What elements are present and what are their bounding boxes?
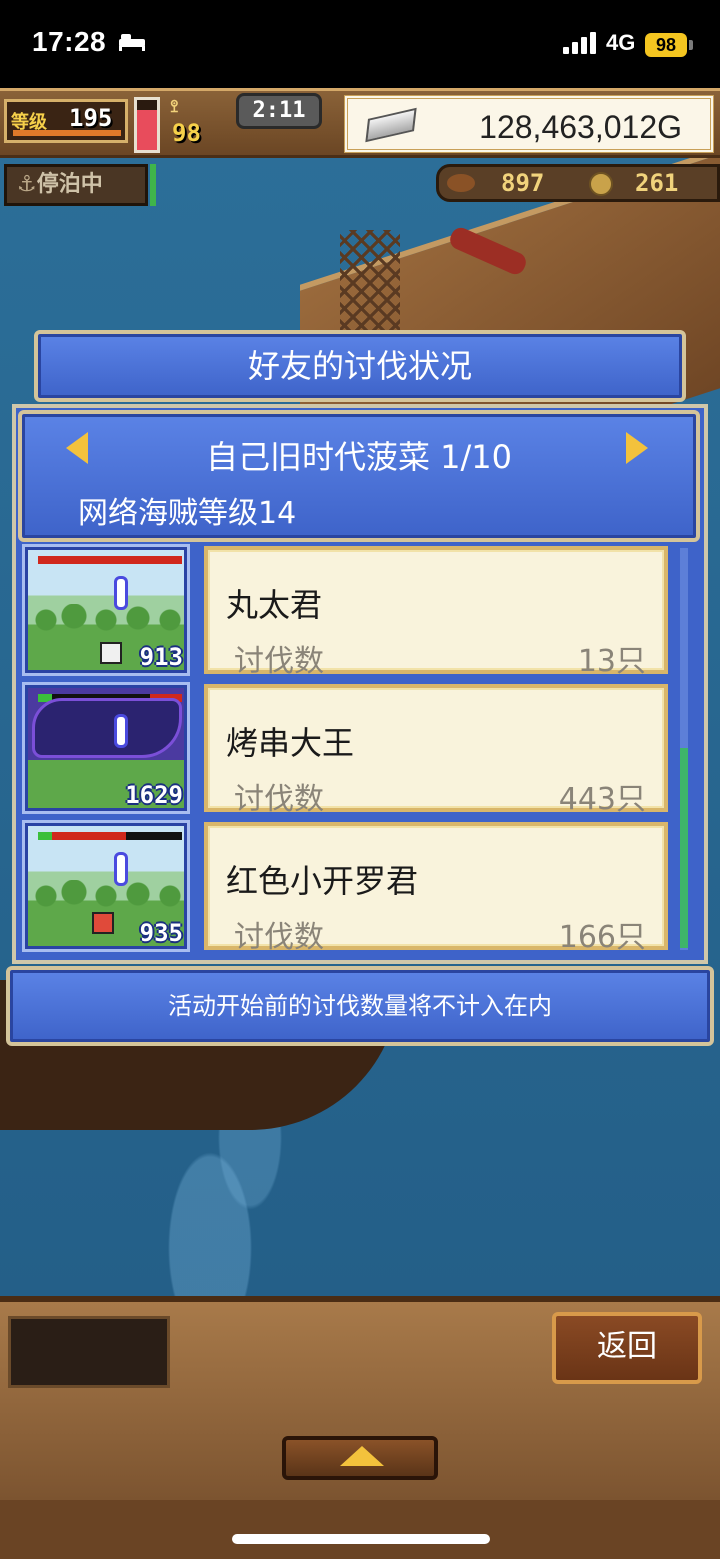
experience-bar [13,130,121,136]
monster-thumbnail: 1629 [22,682,190,814]
stamina-gauge [134,97,160,153]
resource-food-value: 897 [501,169,545,197]
silver-bar-icon [365,107,417,143]
hunt-count-label: 讨伐数 [234,782,324,817]
forest [34,604,184,634]
friend-name: 自己旧时代菠菜 1/10 [205,438,513,476]
monster-name: 红色小开罗君 [226,862,419,900]
gold-value: 128,463,012G [479,109,682,145]
gold-display[interactable]: 128,463,012G [344,95,714,153]
list-item[interactable]: 935 红色小开罗君 讨伐数 166只 [20,820,670,955]
docked-status-edge [150,164,156,206]
crew-value: 98 [172,119,201,147]
home-indicator[interactable] [232,1534,490,1544]
bottom-edge [0,1500,720,1559]
timer: 2:11 [236,93,322,129]
status-time: 17:28 [32,26,107,57]
hunt-card: 烤串大王 讨伐数 443只 [204,684,668,817]
docked-status[interactable]: ⚓停泊中 [4,164,148,206]
dialog-title-bar: 好友的讨伐状况 [34,330,686,402]
hp-fill [52,832,126,840]
pirate-level: 网络海贼等级14 [78,496,297,531]
monster-sprite [92,912,114,934]
monster-sprite [100,642,122,664]
status-bar: 17:28 4G 98 [0,0,720,88]
monster-name: 烤串大王 [226,724,355,762]
hunt-card: 丸太君 讨伐数 13只 [204,546,668,679]
monster-score: 913 [139,643,183,671]
hp-remaining [38,832,52,840]
rigging-net [340,230,400,340]
hunt-count-value: 166只 [558,920,646,955]
scroll-thumb[interactable] [680,748,688,948]
hunt-count-label: 讨伐数 [234,644,324,679]
anchor-icon: ⚓ [17,172,37,197]
hunt-count-value: 443只 [558,782,646,817]
crew-indicator: ꖶ 98 [166,95,232,153]
footer-note: 活动开始前的讨伐数量将不计入在内 [168,992,552,1020]
stamina-fill [137,110,157,150]
food-icon [447,174,475,192]
docked-label: 停泊中 [36,172,103,197]
sword-icon [114,714,128,748]
list-item[interactable]: 913 丸太君 讨伐数 13只 [20,544,670,679]
footer-note-panel: 活动开始前的讨伐数量将不计入在内 [6,966,714,1046]
hunt-list[interactable]: 913 丸太君 讨伐数 13只 1629 烤串大王 讨伐数 443只 935 红… [20,544,690,958]
friend-header: 自己旧时代菠菜 1/10 网络海贼等级14 [18,410,700,542]
top-hud: 等级 195 ꖶ 98 2:11 128,463,012G [0,88,720,158]
list-scrollbar[interactable] [680,548,688,950]
monster-sprite [32,698,182,758]
expand-menu-button[interactable] [282,1436,438,1480]
sleep-mode-icon [119,34,145,51]
hp-bar [38,832,182,840]
coin-icon [589,172,613,196]
monster-thumbnail: 935 [22,820,190,952]
monster-thumbnail: 913 [22,544,190,676]
forest [34,880,184,910]
battery-icon: 98 [645,33,687,57]
monster-score: 935 [139,919,183,947]
level-indicator[interactable]: 等级 195 [4,99,128,143]
crew-icon: ꖶ [170,97,179,116]
right-arrow-icon[interactable] [626,432,648,464]
hp-bar [38,556,182,564]
up-arrow-icon [340,1446,384,1466]
network-type: 4G [606,30,636,55]
level-value: 195 [69,104,113,132]
hunt-count-value: 13只 [577,644,646,679]
hp-fill [38,556,182,564]
dialog-title: 好友的讨伐状况 [247,347,472,385]
resources-display: 897 261 [436,164,720,202]
monster-score: 1629 [125,781,183,809]
hunt-count-label: 讨伐数 [234,920,324,955]
bottom-bar: 返回 [0,1296,720,1500]
empty-slot [8,1316,170,1388]
list-item[interactable]: 1629 烤串大王 讨伐数 443只 [20,682,670,817]
hunt-card: 红色小开罗君 讨伐数 166只 [204,822,668,955]
resource-coin-value: 261 [635,169,679,197]
cellular-signal-icon [563,32,596,54]
back-button[interactable]: 返回 [552,1312,702,1384]
monster-name: 丸太君 [226,586,323,624]
battery-tip [689,40,693,50]
